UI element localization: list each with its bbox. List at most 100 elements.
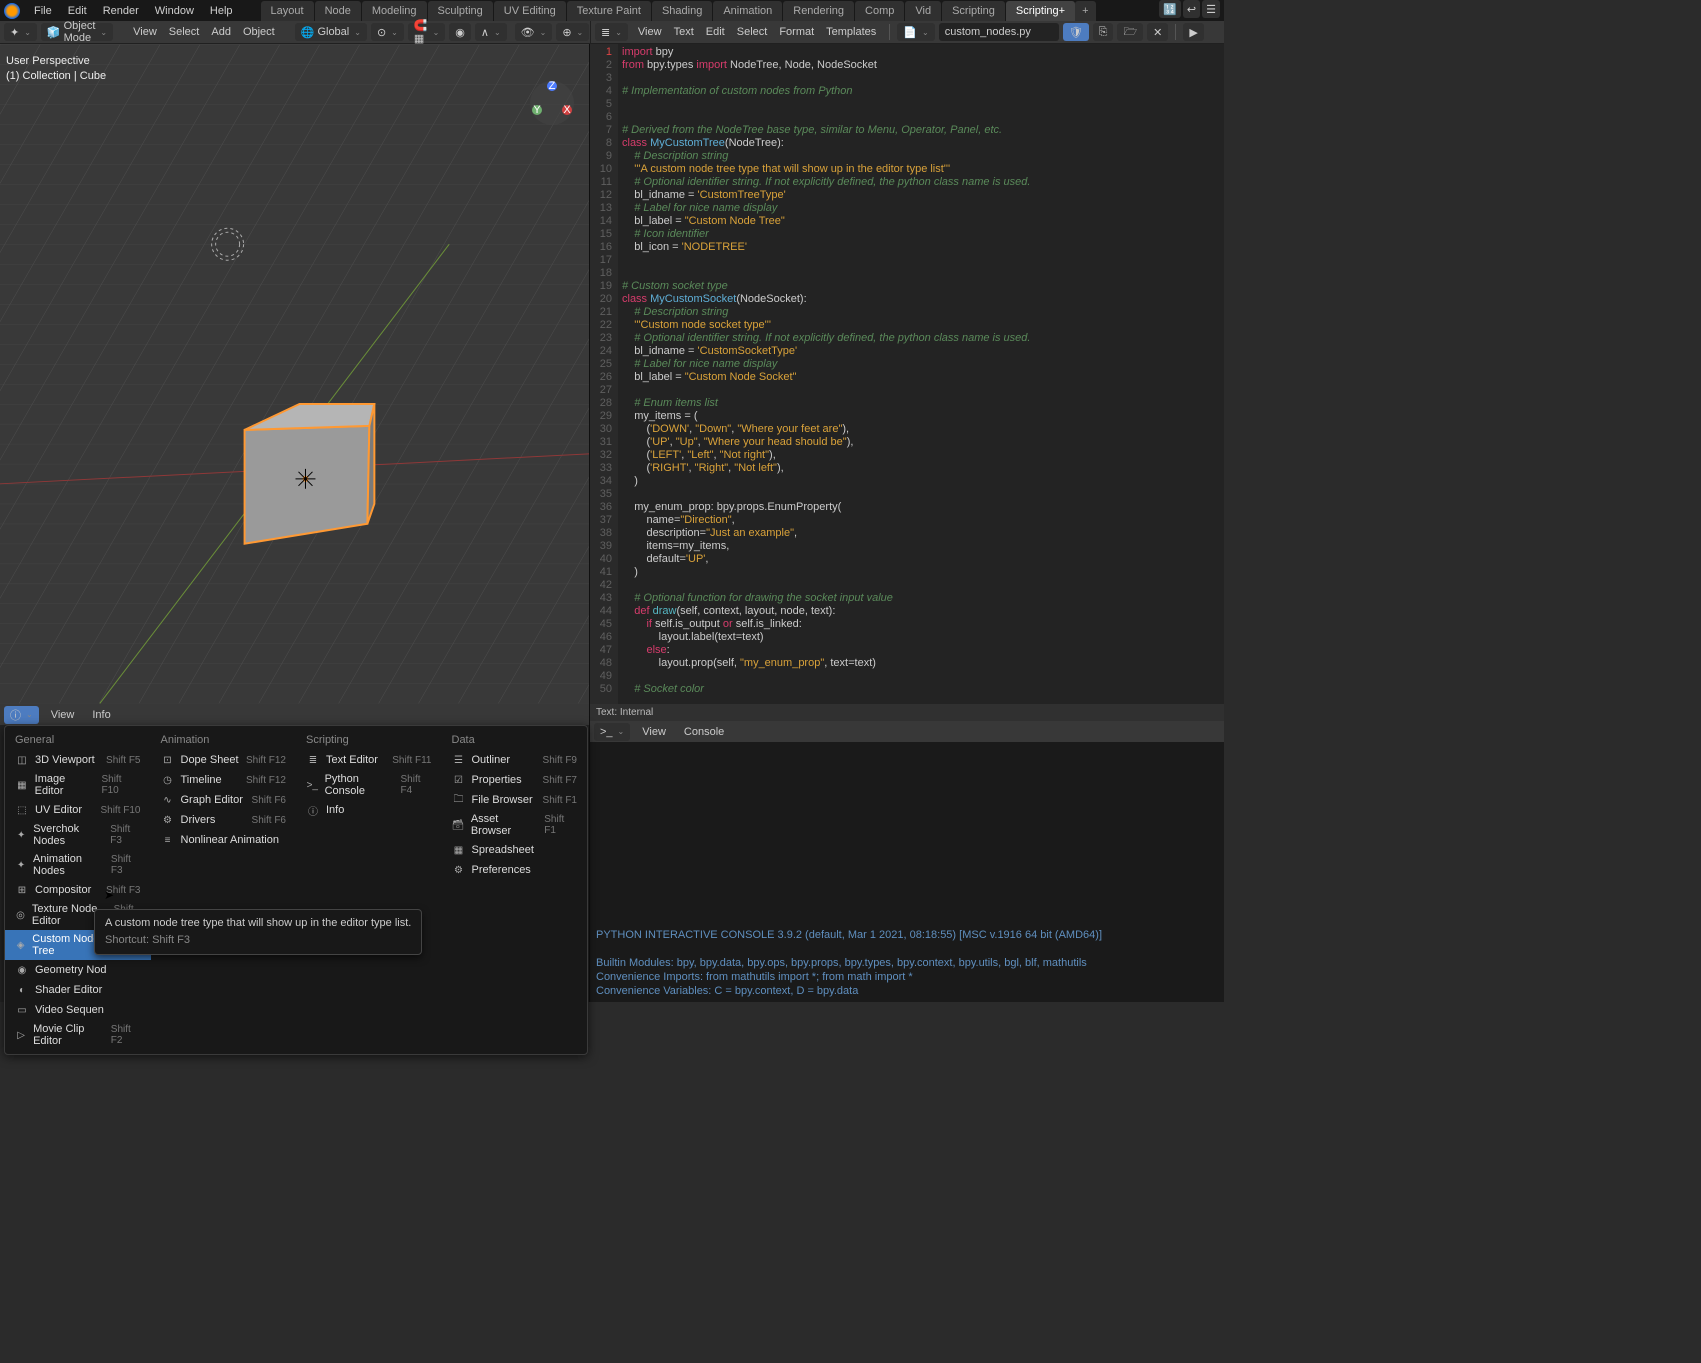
editor-type-graph-editor[interactable]: ∿Graph EditorShift F6 xyxy=(151,790,297,810)
editor-type-shader-editor[interactable]: ◐Shader Editor xyxy=(5,980,151,1000)
tab-modeling[interactable]: Modeling xyxy=(362,1,427,21)
cursor-icon: ➤ xyxy=(104,888,114,902)
menu-window[interactable]: Window xyxy=(147,2,202,20)
object-mode-dropdown[interactable]: 🧊 Object Mode xyxy=(41,23,113,41)
menu-file[interactable]: File xyxy=(26,2,60,20)
editor-type-info[interactable]: ⓘInfo xyxy=(296,800,442,820)
editor-icon: 🗃 xyxy=(452,818,465,832)
editor-type-dropdown[interactable]: ≣ xyxy=(595,23,628,41)
editor-type-sverchok-nodes[interactable]: ✦Sverchok NodesShift F3 xyxy=(5,820,151,850)
tab-animation[interactable]: Animation xyxy=(713,1,782,21)
editor-type-compositor[interactable]: ⊞CompositorShift F3 xyxy=(5,880,151,900)
editor-type-dropdown[interactable]: ⓘ xyxy=(4,706,39,724)
tab-layout[interactable]: Layout xyxy=(261,1,314,21)
tab-sculpting[interactable]: Sculpting xyxy=(428,1,493,21)
proportional-falloff[interactable]: ∧ xyxy=(475,23,507,41)
blender-logo-icon xyxy=(4,3,20,19)
tab-shading[interactable]: Shading xyxy=(652,1,712,21)
workspace-add-button[interactable]: + xyxy=(1075,1,1095,21)
editor-type-text-editor[interactable]: ≣Text EditorShift F11 xyxy=(296,750,442,770)
wrap-toggle[interactable]: ↩ xyxy=(1183,0,1200,18)
menu-view[interactable]: View xyxy=(632,26,668,38)
editor-type-python-console[interactable]: >_Python ConsoleShift F4 xyxy=(296,770,442,800)
menu-text[interactable]: Text xyxy=(668,26,700,38)
nav-gizmo[interactable]: Z Y X xyxy=(527,78,577,128)
editor-type-file-browser[interactable]: 🗀File BrowserShift F1 xyxy=(442,790,588,810)
menu-templates[interactable]: Templates xyxy=(820,26,882,38)
gizmo-dropdown[interactable]: ⊕ xyxy=(556,23,589,41)
menu-render[interactable]: Render xyxy=(95,2,147,20)
run-script-button[interactable]: ▶ xyxy=(1183,23,1203,41)
editor-type-video-sequen[interactable]: ▭Video Sequen xyxy=(5,1000,151,1020)
syntax-toggle[interactable]: ☰ xyxy=(1202,0,1220,18)
editor-type-dropdown[interactable]: >_ xyxy=(594,723,630,741)
editor-type-uv-editor[interactable]: ⬚UV EditorShift F10 xyxy=(5,800,151,820)
editor-type-timeline[interactable]: ◷TimelineShift F12 xyxy=(151,770,297,790)
editor-type-asset-browser[interactable]: 🗃Asset BrowserShift F1 xyxy=(442,810,588,840)
svg-text:Y: Y xyxy=(533,104,541,116)
proportional-button[interactable]: ◉ xyxy=(449,23,471,41)
editor-icon: ⊞ xyxy=(15,883,29,897)
menu-edit[interactable]: Edit xyxy=(700,26,731,38)
line-numbers-toggle[interactable]: 🔢 xyxy=(1159,0,1181,18)
menu-help[interactable]: Help xyxy=(202,2,241,20)
pivot-dropdown[interactable]: ⊙ xyxy=(371,23,404,41)
cube-object[interactable] xyxy=(245,426,370,544)
menu-object[interactable]: Object xyxy=(237,26,281,38)
tab-texture-paint[interactable]: Texture Paint xyxy=(567,1,651,21)
visibility-dropdown[interactable]: 👁 xyxy=(515,23,553,41)
editor-type-dropdown[interactable]: ✦ xyxy=(4,23,37,41)
menu-console[interactable]: Console xyxy=(678,726,730,738)
menu-format[interactable]: Format xyxy=(773,26,820,38)
new-text-button[interactable]: ⎘ xyxy=(1093,23,1114,41)
editor-type-properties[interactable]: ☑PropertiesShift F7 xyxy=(442,770,588,790)
menu-view[interactable]: View xyxy=(127,26,163,38)
editor-icon: ◎ xyxy=(15,908,26,922)
text-editor-body[interactable]: 1234567891011121314151617181920212223242… xyxy=(590,44,1224,704)
editor-type-nonlinear-animation[interactable]: ≡Nonlinear Animation xyxy=(151,830,297,850)
tab-comp[interactable]: Comp xyxy=(855,1,904,21)
editor-type-drivers[interactable]: ⚙DriversShift F6 xyxy=(151,810,297,830)
unlink-text-button[interactable]: ✕ xyxy=(1147,23,1168,41)
editor-type-animation-nodes[interactable]: ✦Animation NodesShift F3 xyxy=(5,850,151,880)
menu-info[interactable]: Info xyxy=(86,709,116,721)
editor-type-outliner[interactable]: ☰OutlinerShift F9 xyxy=(442,750,588,770)
menu-view[interactable]: View xyxy=(45,709,81,721)
text-filename[interactable]: custom_nodes.py xyxy=(939,23,1059,41)
tab-scripting+[interactable]: Scripting+ xyxy=(1006,1,1075,21)
text-datablock[interactable]: 📄 xyxy=(897,23,934,41)
console-header: >_ View Console xyxy=(590,721,1224,742)
editor-type-3d-viewport[interactable]: ◫3D ViewportShift F5 xyxy=(5,750,151,770)
editor-type-preferences[interactable]: ⚙Preferences xyxy=(442,860,588,880)
tab-rendering[interactable]: Rendering xyxy=(783,1,854,21)
tab-scripting[interactable]: Scripting xyxy=(942,1,1005,21)
editor-icon: ◐ xyxy=(15,983,29,997)
editor-icon: ≣ xyxy=(306,753,320,767)
menu-add[interactable]: Add xyxy=(205,26,237,38)
3d-viewport[interactable]: User Perspective (1) Collection | Cube Z… xyxy=(0,44,590,704)
editor-type-geometry-nod[interactable]: ◉Geometry Nod xyxy=(5,960,151,980)
shield-icon[interactable]: 🛡 xyxy=(1063,23,1089,41)
snap-dropdown[interactable]: 🧲 ▦ xyxy=(408,23,445,41)
menu-select[interactable]: Select xyxy=(163,26,206,38)
editor-type-menu: General◫3D ViewportShift F5▦Image Editor… xyxy=(4,725,588,1055)
editor-icon: ⚙ xyxy=(161,813,175,827)
open-text-button[interactable]: 🗁 xyxy=(1117,23,1143,41)
viewport-header: ✦ 🧊 Object Mode ViewSelectAddObject 🌐 Gl… xyxy=(0,21,590,44)
editor-type-image-editor[interactable]: ▦Image EditorShift F10 xyxy=(5,770,151,800)
tab-vid[interactable]: Vid xyxy=(905,1,941,21)
editor-icon: ⚙ xyxy=(452,863,466,877)
menu-select[interactable]: Select xyxy=(731,26,774,38)
editor-icon: ◉ xyxy=(15,963,29,977)
editor-type-movie-clip-editor[interactable]: ▷Movie Clip EditorShift F2 xyxy=(5,1020,151,1050)
editor-icon: ▦ xyxy=(15,778,29,792)
menu-edit[interactable]: Edit xyxy=(60,2,95,20)
orientation-dropdown[interactable]: 🌐 Global xyxy=(295,23,367,41)
tab-uv-editing[interactable]: UV Editing xyxy=(494,1,566,21)
code-area[interactable]: import bpyfrom bpy.types import NodeTree… xyxy=(618,44,1034,704)
editor-type-dope-sheet[interactable]: ⊡Dope SheetShift F12 xyxy=(151,750,297,770)
tab-node[interactable]: Node xyxy=(315,1,361,21)
python-console[interactable]: PYTHON INTERACTIVE CONSOLE 3.9.2 (defaul… xyxy=(590,742,1224,1002)
menu-view[interactable]: View xyxy=(636,726,672,738)
editor-type-spreadsheet[interactable]: ▦Spreadsheet xyxy=(442,840,588,860)
